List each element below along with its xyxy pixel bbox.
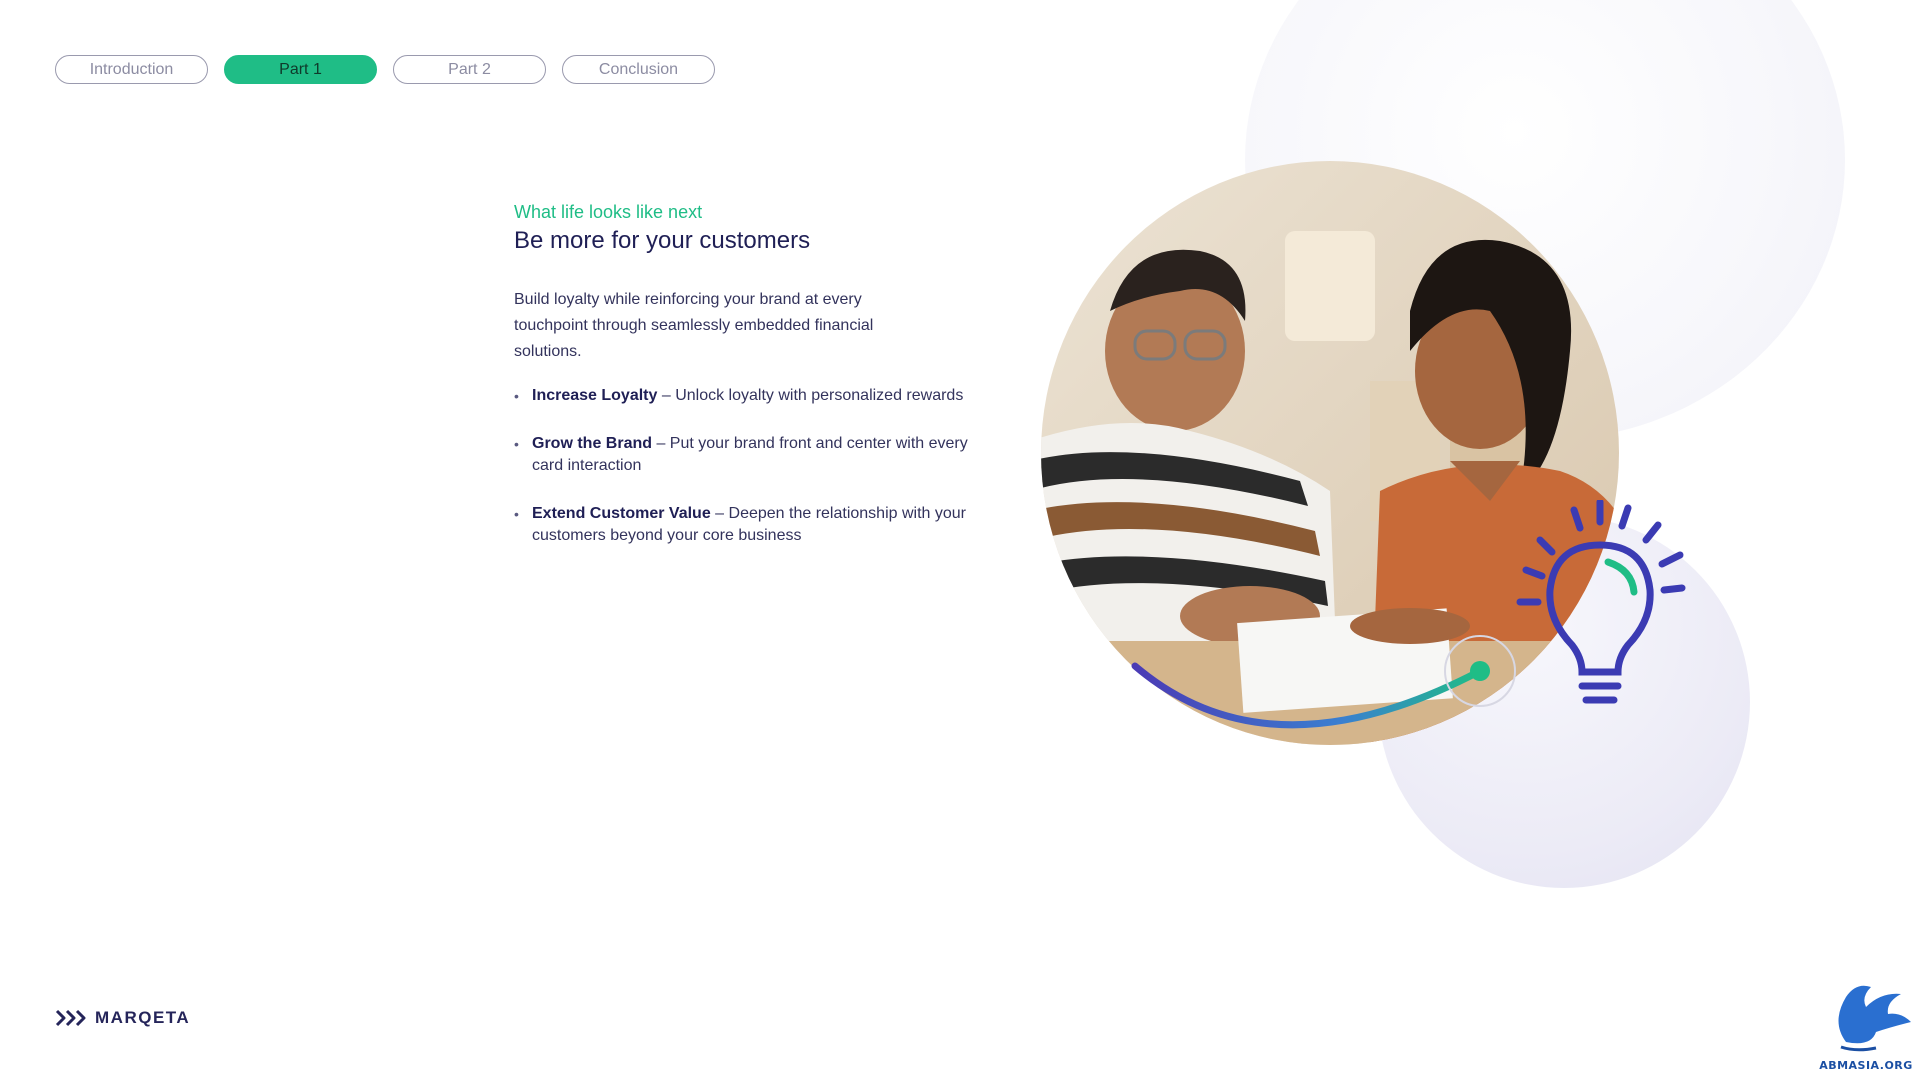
watermark-text: ABMASIA.ORG bbox=[1819, 1059, 1913, 1072]
watermark: ABMASIA.ORG bbox=[1816, 972, 1916, 1072]
section-nav: Introduction Part 1 Part 2 Conclusion bbox=[55, 55, 715, 84]
dragon-icon bbox=[1838, 985, 1911, 1052]
page-title: Be more for your customers bbox=[514, 227, 811, 254]
bullet-dot: • bbox=[514, 436, 519, 452]
logo-text: MARQETA bbox=[95, 1008, 191, 1027]
bullet-heading: Increase Loyalty bbox=[532, 387, 658, 404]
nav-tab-conclusion[interactable]: Conclusion bbox=[562, 55, 715, 84]
nav-tab-part-2[interactable]: Part 2 bbox=[393, 55, 546, 84]
bullet-heading: Grow the Brand bbox=[532, 435, 653, 452]
list-item: • Increase Loyalty – Unlock loyalty with … bbox=[514, 385, 974, 407]
nav-tab-part-1[interactable]: Part 1 bbox=[224, 55, 377, 84]
bullet-text: – Unlock loyalty with personalized rewar… bbox=[657, 387, 964, 404]
lightbulb-icon bbox=[1510, 498, 1690, 720]
intro-paragraph: Build loyalty while reinforcing your bra… bbox=[514, 291, 874, 360]
content-block: What life looks like next Be more for yo… bbox=[514, 202, 974, 573]
eyebrow-text: What life looks like next bbox=[514, 202, 703, 222]
brand-logo: MARQETA bbox=[55, 1008, 190, 1028]
bullet-heading: Extend Customer Value bbox=[532, 505, 711, 522]
benefit-list: • Increase Loyalty – Unlock loyalty with … bbox=[514, 385, 974, 547]
bullet-dot: • bbox=[514, 388, 519, 404]
marqeta-chevrons-icon bbox=[55, 1009, 86, 1027]
nav-tab-introduction[interactable]: Introduction bbox=[55, 55, 208, 84]
list-item: • Extend Customer Value – Deepen the rela… bbox=[514, 503, 974, 547]
bullet-dot: • bbox=[514, 506, 519, 522]
list-item: • Grow the Brand – Put your brand front a… bbox=[514, 433, 974, 477]
